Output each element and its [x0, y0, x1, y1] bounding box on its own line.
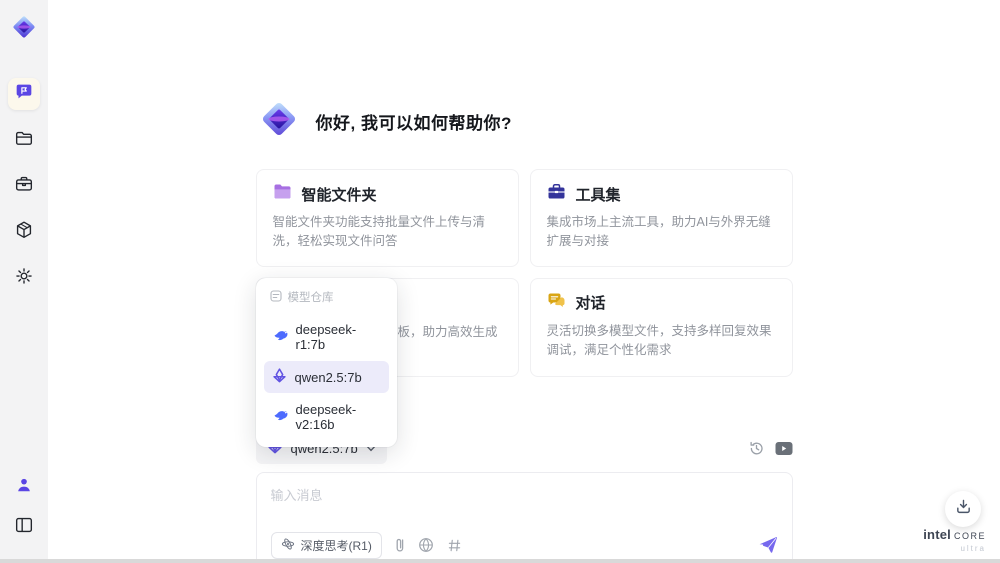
app-logo-icon	[7, 10, 41, 44]
sidebar-item-toolbox[interactable]	[8, 170, 40, 202]
card-desc: 智能文件夹功能支持批量文件上传与清洗，轻松实现文件问答	[272, 215, 486, 249]
sidebar-item-settings[interactable]	[8, 262, 40, 294]
download-button[interactable]	[945, 491, 981, 527]
app-logo-icon	[256, 96, 302, 147]
intel-brand-text: intel	[923, 527, 951, 542]
model-option-deepseek-r1[interactable]: deepseek-r1:7b	[264, 315, 389, 359]
sidebar-nav	[8, 78, 40, 294]
download-icon	[955, 498, 972, 520]
smart-folder-icon	[273, 183, 292, 205]
video-icon[interactable]	[775, 441, 793, 456]
sidebar-bottom	[8, 471, 40, 543]
sidebar-item-chat[interactable]	[8, 78, 40, 110]
card-smart-folder[interactable]: 智能文件夹 智能文件夹功能支持批量文件上传与清洗，轻松实现文件问答	[255, 169, 519, 267]
hash-icon[interactable]	[447, 538, 462, 553]
card-title: 对话	[575, 295, 606, 313]
chat-icon	[13, 81, 35, 108]
main-area: 你好, 我可以如何帮助你? 智能文件夹 智能文件夹功能支持批量文件上传与清洗，轻…	[48, 0, 1000, 563]
card-title: 智能文件夹	[301, 186, 377, 204]
history-icon[interactable]	[748, 440, 765, 457]
sidebar-item-account[interactable]	[8, 471, 40, 503]
qwen-icon	[272, 368, 287, 386]
sidebar	[0, 0, 48, 559]
panel-icon	[13, 514, 35, 541]
user-icon	[14, 475, 34, 500]
toolset-icon	[547, 183, 566, 205]
intel-variant-text: ultra	[960, 544, 986, 553]
dialog-icon	[547, 292, 566, 314]
card-desc: 集成市场上主流工具，助力AI与外界无缝扩展与对接	[546, 215, 771, 249]
card-title: 工具集	[575, 186, 621, 204]
deep-think-toggle[interactable]: 深度思考(R1)	[270, 531, 382, 559]
model-option-deepseek-v2[interactable]: deepseek-v2:16b	[264, 395, 389, 439]
repo-icon	[269, 289, 282, 305]
sidebar-item-apps[interactable]	[8, 216, 40, 248]
message-input[interactable]	[270, 484, 778, 519]
window-bottom-edge	[0, 559, 1000, 563]
deep-think-label: 深度思考(R1)	[300, 538, 372, 553]
model-dropdown: 模型仓库 deepseek-r1:7b qwen2.5:7b deepseek-…	[255, 278, 397, 447]
deepseek-whale-icon	[272, 330, 288, 345]
gear-icon	[13, 265, 35, 292]
composer: 深度思考(R1)	[255, 471, 793, 563]
briefcase-icon	[13, 173, 35, 200]
model-option-qwen[interactable]: qwen2.5:7b	[263, 361, 389, 393]
deepseek-whale-icon	[272, 410, 288, 425]
composer-toolbar: 深度思考(R1)	[270, 531, 778, 559]
cube-icon	[13, 219, 35, 246]
greeting: 你好, 我可以如何帮助你?	[256, 96, 793, 147]
folder-icon	[13, 127, 35, 154]
model-dropdown-header: 模型仓库	[264, 286, 389, 313]
greeting-title: 你好, 我可以如何帮助你?	[315, 114, 512, 133]
card-desc: 灵活切换多模型文件，支持多样回复效果调试，满足个性化需求	[546, 323, 772, 358]
globe-icon[interactable]	[418, 537, 434, 553]
sidebar-item-folders[interactable]	[8, 124, 40, 156]
atom-icon	[281, 537, 295, 554]
card-dialog[interactable]: 对话 灵活切换多模型文件，支持多样回复效果调试，满足个性化需求	[529, 277, 793, 377]
intel-core-badge: intel core ultra	[923, 527, 986, 553]
sidebar-item-panel[interactable]	[8, 511, 40, 543]
send-icon[interactable]	[758, 536, 778, 554]
card-toolset[interactable]: 工具集 集成市场上主流工具，助力AI与外界无缝扩展与对接	[529, 169, 793, 267]
paperclip-icon[interactable]	[395, 537, 405, 553]
intel-product-text: core	[953, 527, 986, 542]
